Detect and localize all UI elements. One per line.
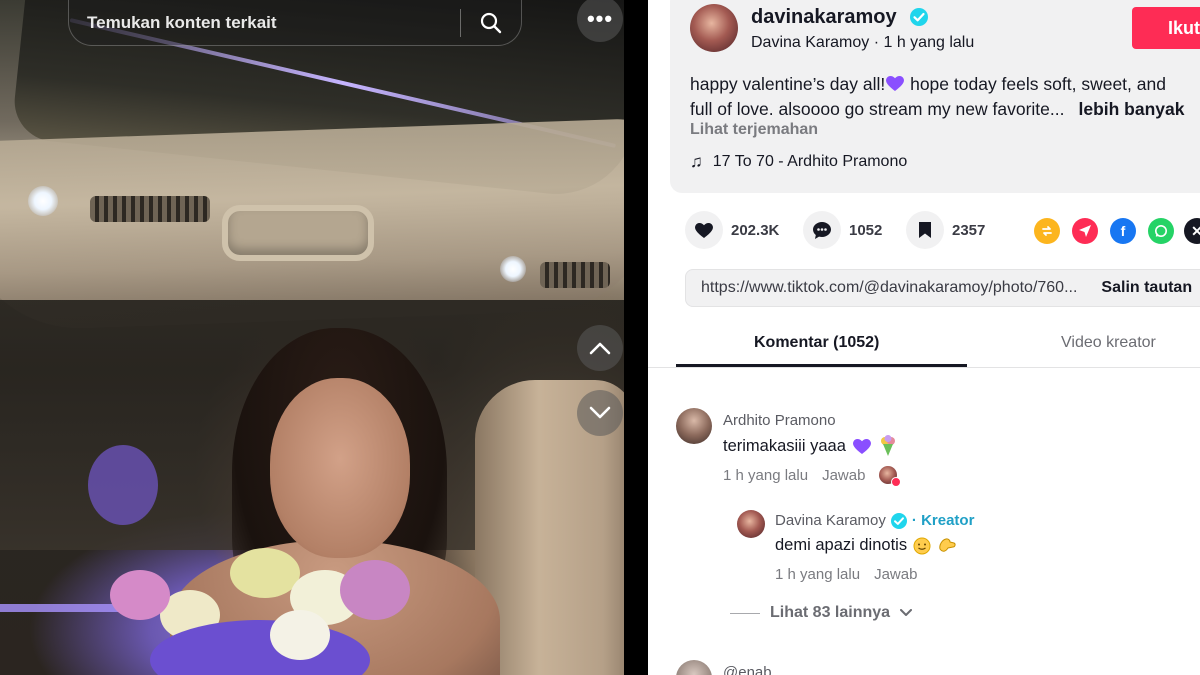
reply-text: demi apazi dinotis [775,536,908,554]
bookmark-icon[interactable] [906,211,944,249]
photo-reflection-flowers [88,445,158,525]
more-dots-icon: ••• [586,6,614,31]
comment-time: 1 h yang lalu [723,466,809,484]
view-more-line [730,612,760,614]
post-caption: happy valentine’s day all! hope today fe… [690,72,1200,122]
next-post-button[interactable] [577,390,623,436]
pinched-fingers-icon [939,537,956,552]
photo-vent-right [540,262,610,288]
chevron-up-icon [589,342,611,355]
verified-icon [890,512,907,529]
reply-author-avatar[interactable] [737,510,765,538]
post-link-box[interactable]: https://www.tiktok.com/@davinakaramoy/ph… [685,269,1200,307]
post-photo[interactable]: Temukan konten terkait ••• [0,0,624,675]
comment-meta: 1 h yang lalu Jawab [723,466,902,487]
comment-tabs: Komentar (1052) Video kreator [676,322,1200,368]
comment-author[interactable]: @enab [723,664,772,675]
view-more-replies-button[interactable]: Lihat 83 lainnya [730,604,913,622]
photo-grab-handle [222,205,374,261]
tab-creator-videos[interactable]: Video kreator [1061,334,1156,352]
photo-face [270,378,410,558]
previous-post-button[interactable] [577,325,623,371]
post-detail-panel: davinakaramoy Davina Karamoy · 1 h yang … [648,0,1200,675]
tabs-divider [648,367,1200,368]
comment-action[interactable]: 1052 [803,211,882,249]
commenter-avatar[interactable] [676,408,712,444]
creator-badge: · Kreator [911,512,975,529]
search-input[interactable]: Temukan konten terkait [87,13,460,33]
commenter-avatar[interactable] [676,660,712,675]
facebook-icon[interactable]: f [1110,218,1136,244]
comment-count: 1052 [849,221,883,239]
photo-flower [230,548,300,598]
music-row[interactable]: ♫ 17 To 70 - Ardhito Pramono [690,152,907,172]
comment-body: terimakasiii yaaa [723,435,898,457]
post-link-text[interactable]: https://www.tiktok.com/@davinakaramoy/ph… [701,279,1077,297]
author-handle[interactable]: davinakaramoy [751,6,897,29]
like-count: 202.3K [731,221,780,239]
follow-button[interactable]: Ikuti [1132,7,1200,49]
photo-flower [110,570,170,620]
photo-vent-left [90,196,210,222]
tab-comments[interactable]: Komentar (1052) [754,334,879,352]
verified-icon [910,8,928,26]
chevron-down-icon [589,406,611,419]
chevron-down-icon [900,609,913,616]
creator-liked-heart-icon [891,477,902,487]
comment-author[interactable]: Ardhito Pramono [723,412,836,429]
photo-lamp-left [28,186,58,216]
repost-icon[interactable] [1034,218,1060,244]
like-action[interactable]: 202.3K [685,211,779,249]
reply-button[interactable]: Jawab [874,566,917,583]
reply-time: 1 h yang lalu [775,566,861,583]
translate-link[interactable]: Lihat terjemahan [690,121,818,139]
save-count: 2357 [952,221,986,239]
creator-liked-avatar [879,466,902,487]
reply-body: demi apazi dinotis [775,536,957,555]
search-bar[interactable]: Temukan konten terkait [68,0,522,46]
purple-heart-icon [886,76,905,91]
caption-text: full of love. alsoooo go stream my new f… [690,99,1065,119]
author-avatar[interactable] [690,4,738,52]
smile-emoji-icon [913,537,931,554]
music-title[interactable]: 17 To 70 - Ardhito Pramono [713,153,908,171]
pane-divider [624,0,648,675]
photo-lamp-right [500,256,526,282]
bouquet-icon [880,435,895,456]
reply-author-row: Davina Karamoy · Kreator [775,512,974,529]
whatsapp-icon[interactable] [1148,218,1174,244]
send-icon[interactable] [1072,218,1098,244]
author-meta: Davina Karamoy · 1 h yang lalu [751,34,975,51]
copy-link-button[interactable]: Salin tautan [1101,279,1192,297]
music-note-icon: ♫ [690,152,703,171]
reply-author[interactable]: Davina Karamoy [775,512,886,529]
more-link[interactable]: lebih banyak [1078,99,1184,119]
search-icon[interactable] [461,0,521,46]
save-action[interactable]: 2357 [906,211,985,249]
purple-heart-icon [852,439,871,454]
x-icon[interactable]: ✕ [1184,218,1200,244]
comment-text: terimakasiii yaaa [723,436,846,455]
reply-button[interactable]: Jawab [822,467,865,484]
caption-text: hope today feels soft, sweet, and [905,74,1166,94]
comment-icon[interactable] [803,211,841,249]
heart-icon[interactable] [685,211,723,249]
reply-meta: 1 h yang lalu Jawab [775,566,917,583]
view-more-label[interactable]: Lihat 83 lainnya [770,604,890,622]
caption-text: happy valentine’s day all! [690,74,886,94]
photo-flower [270,610,330,660]
photo-flower [340,560,410,620]
